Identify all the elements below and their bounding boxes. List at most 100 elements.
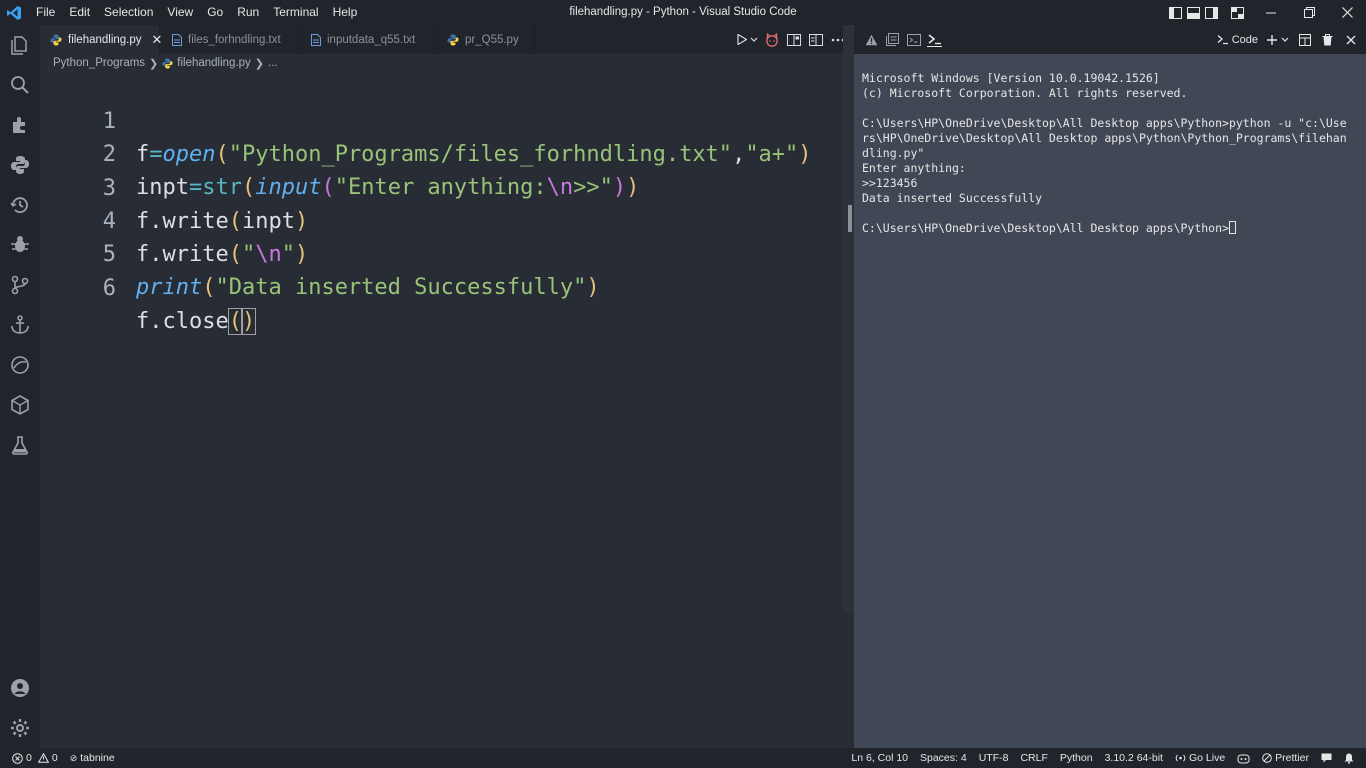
indentation[interactable]: Spaces: 4	[920, 752, 967, 764]
output-icon[interactable]	[885, 32, 900, 47]
code-line[interactable]: 4 f.write("\n")	[40, 172, 308, 267]
menu-help[interactable]: Help	[326, 0, 365, 25]
python-interpreter[interactable]: 3.10.2 64-bit	[1105, 752, 1163, 764]
debug-console-icon[interactable]	[906, 32, 921, 47]
tab-inputdata-q55-txt[interactable]: inputdata_q55.txt	[299, 25, 435, 54]
code-line[interactable]: 6 f.close()	[40, 239, 257, 335]
end-of-line[interactable]: CRLF	[1020, 752, 1047, 764]
editor-scrollbar[interactable]	[843, 25, 854, 613]
explorer-icon[interactable]	[8, 33, 32, 57]
terminal-output[interactable]: Microsoft Windows [Version 10.0.19042.15…	[862, 71, 1358, 236]
tab-label: inputdata_q55.txt	[327, 33, 416, 46]
python-file-icon	[162, 57, 173, 69]
panel-resize-handle[interactable]	[848, 205, 852, 232]
settings-gear-icon[interactable]	[8, 716, 32, 740]
menu-bar: File Edit Selection View Go Run Terminal…	[29, 0, 364, 25]
copilot-status[interactable]	[1237, 753, 1250, 764]
minimize-button[interactable]	[1252, 0, 1290, 25]
run-options-chevron-down-icon[interactable]	[750, 32, 758, 48]
python-icon[interactable]	[8, 153, 32, 177]
customize-layout-icon[interactable]	[1228, 0, 1246, 25]
code-line-source: f.close()	[136, 308, 257, 335]
status-bar: 0 0 ⊘ tabnine Ln 6, Col 10 Spaces: 4 UTF…	[0, 748, 1366, 768]
menu-run[interactable]: Run	[230, 0, 266, 25]
terminal-line: dling.py"	[862, 146, 925, 160]
problems-warning-icon[interactable]	[864, 32, 879, 47]
cat-coding-icon[interactable]	[764, 32, 780, 48]
timeline-icon[interactable]	[8, 193, 32, 217]
split-editor-icon[interactable]	[808, 32, 824, 48]
terminal-prompt-icon	[1217, 35, 1228, 45]
chevron-right-icon: ❯	[149, 57, 159, 70]
code-line-source: print("Data inserted Successfully")	[136, 275, 600, 300]
breadcrumb-file[interactable]: filehandling.py	[177, 57, 251, 69]
chevron-down-icon[interactable]	[1281, 37, 1289, 43]
toggle-panel-icon[interactable]	[1184, 0, 1202, 25]
editor-actions	[734, 25, 846, 54]
run-debug-icon[interactable]	[8, 233, 32, 257]
source-control-icon[interactable]	[8, 273, 32, 297]
packages-icon[interactable]	[8, 393, 32, 417]
search-icon[interactable]	[8, 73, 32, 97]
tab-filehandling-py[interactable]: filehandling.py ✕	[40, 25, 162, 54]
problems-status[interactable]: 0 0	[12, 752, 58, 764]
tab-pr-q55-py[interactable]: pr_Q55.py	[435, 25, 535, 54]
cursor-position[interactable]: Ln 6, Col 10	[851, 752, 908, 764]
breadcrumb-more[interactable]: ...	[268, 57, 278, 69]
menu-edit[interactable]: Edit	[62, 0, 97, 25]
encoding[interactable]: UTF-8	[979, 752, 1009, 764]
menu-go[interactable]: Go	[200, 0, 230, 25]
terminal-line: C:\Users\HP\OneDrive\Desktop\All Desktop…	[862, 116, 1347, 130]
close-panel-icon[interactable]	[1343, 32, 1358, 47]
extensions-icon[interactable]	[8, 113, 32, 137]
code-line[interactable]: 2 inpt=str(input("Enter anything:\n>>"))	[40, 105, 640, 200]
anchor-icon[interactable]	[8, 313, 32, 337]
tab-files-forhndling-txt[interactable]: files_forhndling.txt	[160, 25, 299, 54]
prettier-icon	[1262, 753, 1272, 763]
code-line[interactable]: 5 print("Data inserted Successfully")	[40, 205, 600, 300]
tabnine-status[interactable]: ⊘ tabnine	[70, 752, 115, 764]
terminal-line: Data inserted Successfully	[862, 191, 1043, 205]
python-file-icon	[447, 34, 459, 46]
menu-selection[interactable]: Selection	[97, 0, 160, 25]
chevron-right-icon: ❯	[254, 57, 265, 70]
terminal-line: Enter anything:	[862, 161, 966, 175]
terminal-instance[interactable]: Code	[1217, 32, 1258, 47]
terminal-tab-icon[interactable]	[927, 32, 942, 47]
restore-button[interactable]	[1290, 0, 1328, 25]
terminal-prompt: C:\Users\HP\OneDrive\Desktop\All Desktop…	[862, 221, 1229, 235]
menu-view[interactable]: View	[160, 0, 200, 25]
editor-tabs: filehandling.py ✕ files_forhndling.txt i…	[40, 25, 854, 54]
terminal-prompt-line: C:\Users\HP\OneDrive\Desktop\All Desktop…	[862, 221, 1358, 236]
menu-file[interactable]: File	[29, 0, 62, 25]
prettier-label: Prettier	[1275, 752, 1309, 764]
breadcrumb-folder[interactable]: Python_Programs	[53, 57, 145, 69]
vscode-logo-icon	[0, 0, 28, 25]
notifications-bell-icon[interactable]	[1344, 753, 1354, 764]
python-file-icon	[50, 34, 62, 46]
remote-explorer-icon[interactable]	[8, 353, 32, 377]
copilot-icon	[1237, 754, 1250, 763]
language-mode[interactable]: Python	[1060, 752, 1093, 764]
feedback-icon[interactable]	[1321, 753, 1332, 763]
toggle-primary-sidebar-icon[interactable]	[1166, 0, 1184, 25]
close-window-button[interactable]	[1328, 0, 1366, 25]
terminal-instance-label: Code	[1231, 33, 1258, 46]
testing-flask-icon[interactable]	[8, 433, 32, 457]
go-live-button[interactable]: Go Live	[1175, 752, 1225, 764]
prettier-status[interactable]: Prettier	[1262, 752, 1309, 764]
run-python-file-icon[interactable]	[734, 32, 750, 48]
text-file-icon	[311, 33, 321, 46]
tab-label: pr_Q55.py	[465, 33, 519, 46]
terminal-cursor	[1228, 221, 1236, 234]
accounts-icon[interactable]	[8, 676, 32, 700]
open-preview-icon[interactable]	[786, 32, 802, 48]
split-terminal-icon[interactable]	[1297, 32, 1312, 47]
menu-terminal[interactable]: Terminal	[266, 0, 325, 25]
code-line[interactable]: 1 f=open("Python_Programs/files_forhndli…	[40, 72, 812, 167]
new-terminal-plus-icon[interactable]	[1266, 32, 1289, 47]
trash-icon[interactable]	[1320, 32, 1335, 47]
code-line[interactable]: 3 f.write(inpt)	[40, 139, 308, 234]
toggle-secondary-sidebar-icon[interactable]	[1202, 0, 1220, 25]
